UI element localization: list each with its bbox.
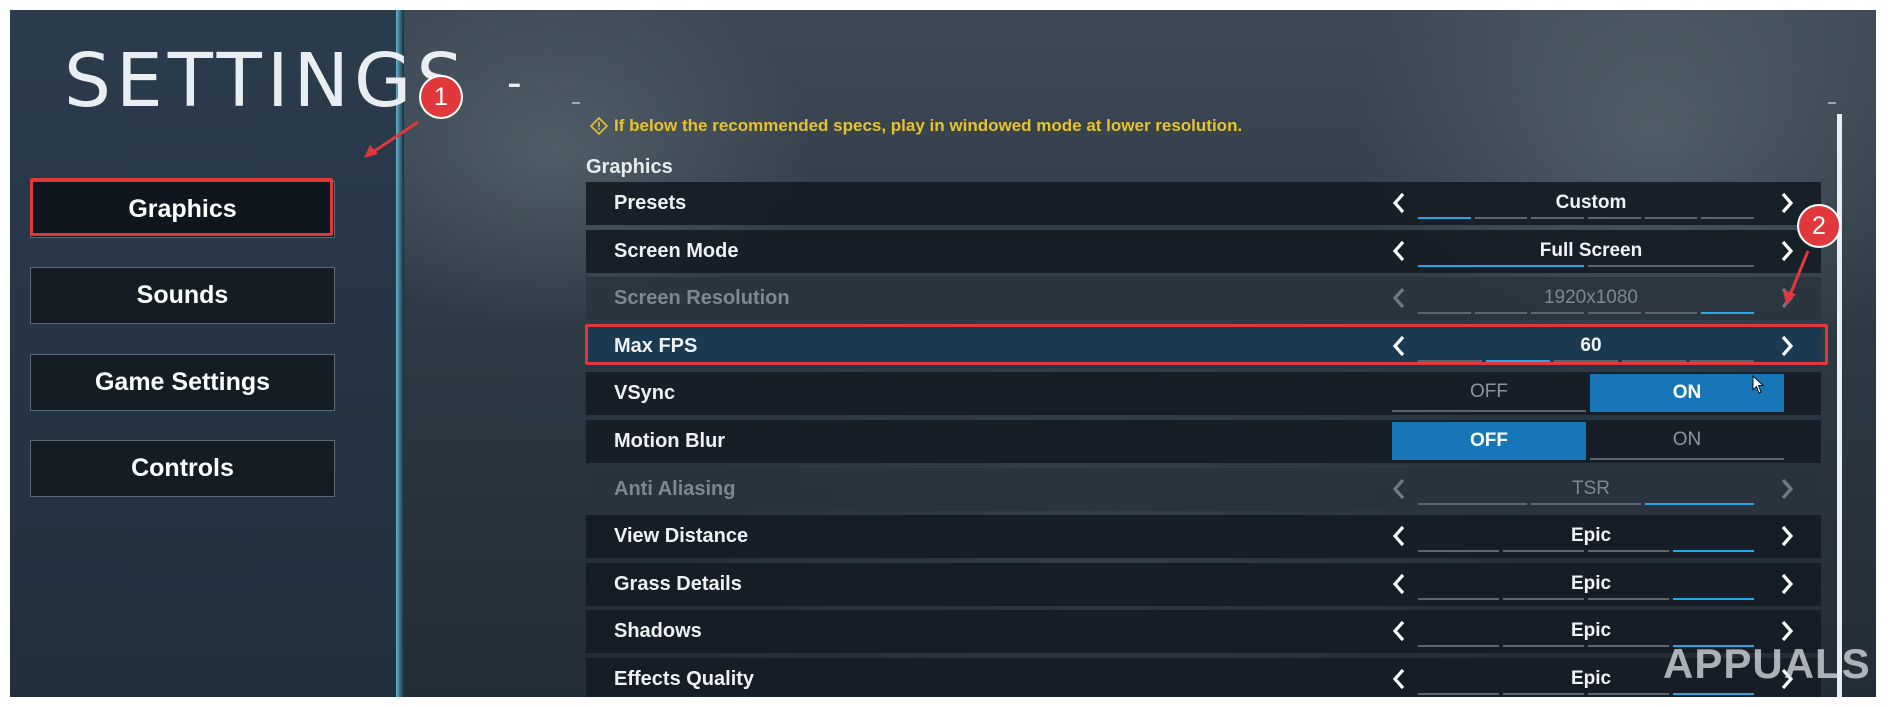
chevron-right-icon[interactable] [1774, 190, 1800, 216]
chevron-left-icon[interactable] [1386, 523, 1412, 549]
settings-list: Presets Custom Screen Mode Full Screen S… [586, 182, 1821, 697]
setting-label: Screen Mode [614, 239, 739, 262]
title-dash: - [507, 58, 522, 107]
setting-label: Effects Quality [614, 667, 755, 690]
setting-label: Screen Resolution [614, 287, 790, 310]
chevron-left-icon[interactable] [1386, 666, 1412, 692]
annotation-arrow-1 [364, 120, 419, 158]
setting-row-grass-details[interactable]: Grass Details Epic [586, 562, 1821, 606]
setting-label: Motion Blur [614, 429, 726, 452]
level-indicator [1418, 692, 1754, 695]
setting-label: Grass Details [614, 572, 742, 595]
nav-game-settings-button[interactable]: Game Settings [30, 354, 335, 411]
setting-row-anti-aliasing: Anti Aliasing TSR [586, 467, 1821, 511]
highlight-max-fps-row [585, 324, 1828, 365]
level-indicator [1418, 312, 1755, 315]
chevron-left-icon[interactable] [1386, 190, 1412, 216]
setting-row-screen-mode[interactable]: Screen Mode Full Screen [586, 229, 1821, 273]
watermark-logo: APPUALS [1663, 640, 1871, 687]
setting-value: Epic [1570, 572, 1612, 594]
setting-row-effects-quality[interactable]: Effects Quality Epic [586, 657, 1821, 697]
setting-label: VSync [614, 382, 676, 405]
nav-controls-button[interactable]: Controls [30, 440, 335, 497]
motion-blur-on-option[interactable]: ON [1590, 422, 1784, 460]
motion-blur-off-option[interactable]: OFF [1392, 421, 1586, 460]
setting-row-vsync: VSync OFF ON [586, 372, 1821, 416]
setting-label: Presets [614, 192, 687, 214]
chevron-left-icon [1386, 285, 1412, 311]
level-indicator [1418, 597, 1754, 600]
page-title: SETTINGS [64, 38, 469, 124]
setting-value: TSR [1572, 477, 1610, 499]
scrollbar[interactable] [1837, 114, 1842, 697]
annotation-marker-1: 1 [421, 77, 461, 117]
setting-value: Custom [1555, 192, 1627, 213]
top-divider-right [1828, 102, 1836, 104]
setting-label: Anti Aliasing [614, 477, 736, 500]
chevron-left-icon[interactable] [1386, 238, 1412, 264]
annotation-marker-2: 2 [1799, 206, 1839, 246]
section-title-graphics: Graphics [586, 156, 673, 178]
setting-label: View Distance [614, 525, 749, 548]
mouse-cursor-icon [1752, 375, 1765, 394]
chevron-right-icon [1774, 476, 1800, 502]
chevron-right-icon[interactable] [1774, 571, 1800, 597]
chevron-left-icon[interactable] [1386, 571, 1412, 597]
setting-row-presets[interactable]: Presets Custom [586, 182, 1821, 225]
level-indicator [1418, 264, 1754, 267]
setting-row-screen-resolution: Screen Resolution 1920x1080 [586, 277, 1821, 321]
nav-sounds-button[interactable]: Sounds [30, 267, 335, 324]
chevron-left-icon [1386, 476, 1412, 502]
setting-value: Full Screen [1539, 239, 1643, 261]
chevron-left-icon[interactable] [1386, 618, 1412, 644]
setting-row-motion-blur: Motion Blur OFF ON [586, 419, 1821, 463]
top-divider-left [572, 102, 580, 104]
vsync-off-option[interactable]: OFF [1392, 374, 1586, 413]
setting-row-shadows[interactable]: Shadows Epic [586, 610, 1821, 654]
chevron-right-icon[interactable] [1774, 523, 1800, 549]
annotation-arrow-2 [1783, 250, 1810, 305]
setting-value: Epic [1570, 525, 1612, 547]
warning-icon [590, 117, 608, 135]
level-indicator [1418, 550, 1754, 553]
setting-label: Shadows [614, 620, 702, 643]
setting-value: 1920x1080 [1543, 287, 1639, 309]
level-indicator [1418, 502, 1754, 505]
setting-row-view-distance[interactable]: View Distance Epic [586, 515, 1821, 559]
level-indicator [1418, 217, 1755, 219]
warning-text: If below the recommended specs, play in … [614, 116, 1243, 135]
highlight-graphics-button [30, 178, 333, 236]
spec-warning: If below the recommended specs, play in … [590, 116, 1242, 136]
